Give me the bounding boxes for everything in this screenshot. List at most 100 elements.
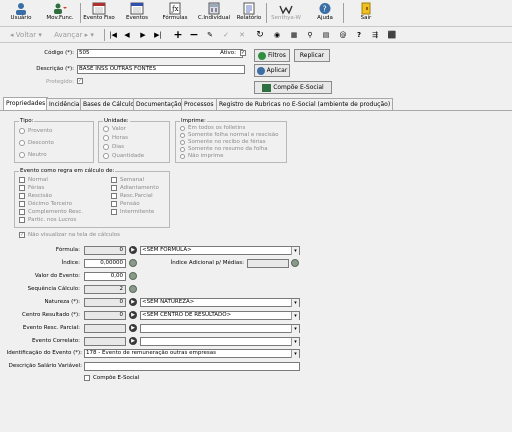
- valor-input[interactable]: 0,00: [84, 272, 126, 281]
- aplicar-button[interactable]: Aplicar: [254, 64, 290, 77]
- imprime-todos-radio[interactable]: [180, 126, 185, 131]
- filtros-button[interactable]: Filtros: [254, 49, 290, 62]
- ativo-checkbox[interactable]: ✓: [240, 50, 246, 56]
- toolbar-eventos-button[interactable]: Eventos: [123, 1, 151, 26]
- toolbar-relatorio-button[interactable]: Relatório: [235, 1, 263, 26]
- tab-bases-calculo[interactable]: Bases de Cálculo: [80, 98, 138, 110]
- tab-incidencia[interactable]: Incidência: [46, 98, 83, 110]
- identificacao-select[interactable]: 178 - Evento de remuneração outras empre…: [84, 349, 300, 358]
- email-icon[interactable]: @: [337, 29, 349, 41]
- indice-adicional-calc-icon[interactable]: [291, 259, 299, 267]
- toolbar-evento-fixo-button[interactable]: Evento Fixo: [83, 1, 115, 26]
- print-icon[interactable]: ▤: [320, 29, 332, 41]
- toolbar-ajuda-button[interactable]: ? Ajuda: [312, 1, 338, 26]
- natureza-select[interactable]: <SEM NATUREZA>: [140, 298, 300, 307]
- export-icon[interactable]: ⬛: [385, 29, 399, 41]
- regra-semanal-checkbox[interactable]: [111, 177, 117, 183]
- regra-lucros-checkbox[interactable]: [19, 217, 25, 223]
- last-record-icon[interactable]: ▶|: [152, 29, 164, 41]
- regra-adiantamento-checkbox[interactable]: [111, 185, 117, 191]
- unidade-dias-radio[interactable]: [103, 144, 109, 150]
- refresh-icon[interactable]: ↻: [254, 29, 266, 41]
- toolbar-movfunc-button[interactable]: Mov.Func.: [44, 1, 76, 26]
- tab-propriedades[interactable]: Propriedades: [3, 97, 49, 110]
- indice-calc-icon[interactable]: [129, 259, 137, 267]
- centro-lookup-icon[interactable]: ▶: [129, 311, 137, 319]
- natureza-code-input[interactable]: 0: [84, 298, 126, 307]
- valor-calc-icon[interactable]: [129, 272, 137, 280]
- search-icon[interactable]: ⚲: [304, 29, 316, 41]
- centro-dropdown-icon[interactable]: ▾: [291, 312, 299, 320]
- indice-input[interactable]: 0,00000: [84, 259, 126, 268]
- back-button[interactable]: ◂ Voltar ▾: [4, 29, 48, 41]
- imprime-resumo-radio[interactable]: [180, 147, 185, 152]
- compoe-esocial-button[interactable]: Compõe E-Social: [254, 81, 332, 94]
- natureza-lookup-icon[interactable]: ▶: [129, 298, 137, 306]
- toolbar-senthya-button[interactable]: Senthya-W: [270, 1, 302, 26]
- centro-select[interactable]: <SEM CENTRO DE RESULTADO>: [140, 311, 300, 320]
- nao-visualizar-checkbox[interactable]: ✓: [19, 232, 25, 238]
- formula-code-input[interactable]: 0: [84, 246, 126, 255]
- add-icon[interactable]: +: [172, 29, 184, 41]
- natureza-dropdown-icon[interactable]: ▾: [291, 299, 299, 307]
- toggle-icon[interactable]: ◉: [271, 29, 283, 41]
- toolbar-sair-button[interactable]: Sair: [354, 1, 378, 26]
- edit-icon[interactable]: ✎: [204, 29, 216, 41]
- help-question-icon[interactable]: ?: [353, 29, 365, 41]
- formula-lookup-icon[interactable]: ▶: [129, 246, 137, 254]
- resc-parcial-dropdown-icon[interactable]: ▾: [291, 325, 299, 333]
- formula-select[interactable]: <SEM FORMULA>: [140, 246, 300, 255]
- sequencia-input[interactable]: 2: [84, 285, 126, 294]
- regra-normal-checkbox[interactable]: [19, 177, 25, 183]
- confirm-icon[interactable]: ✓: [220, 29, 232, 41]
- compoe-esocial-checkbox[interactable]: [84, 375, 90, 381]
- correlato-dropdown-icon[interactable]: ▾: [291, 338, 299, 346]
- centro-code-input[interactable]: 0: [84, 311, 126, 320]
- regra-complemento-checkbox[interactable]: [19, 209, 25, 215]
- imprime-folha-rescisao-radio[interactable]: [180, 133, 185, 138]
- identificacao-dropdown-icon[interactable]: ▾: [291, 350, 299, 358]
- regra-decimo-checkbox[interactable]: [19, 201, 25, 207]
- tipo-provento-radio[interactable]: [19, 128, 25, 134]
- toolbar-usuario-button[interactable]: Usuário: [6, 1, 36, 26]
- imprime-nao-radio[interactable]: [180, 154, 185, 159]
- grid-icon[interactable]: ▦: [288, 29, 300, 41]
- correlato-lookup-icon[interactable]: ▶: [129, 337, 137, 345]
- remove-icon[interactable]: −: [188, 29, 200, 41]
- resc-parcial-lookup-icon[interactable]: ▶: [129, 324, 137, 332]
- regra-intermitente-checkbox[interactable]: [111, 209, 117, 215]
- regra-pensao-checkbox[interactable]: [111, 201, 117, 207]
- resc-parcial-code-input[interactable]: [84, 324, 126, 333]
- indice-adicional-input[interactable]: [247, 259, 289, 268]
- imprime-ferias-radio[interactable]: [180, 140, 185, 145]
- tipo-neutro-radio[interactable]: [19, 152, 25, 158]
- protegido-checkbox[interactable]: ✓: [77, 78, 83, 84]
- tipo-desconto-radio[interactable]: [19, 140, 25, 146]
- resc-parcial-select[interactable]: [140, 324, 300, 333]
- tab-documentacao[interactable]: Documentação: [133, 98, 185, 110]
- next-record-icon[interactable]: ▶: [138, 29, 148, 41]
- desc-salario-input[interactable]: [84, 362, 300, 371]
- sequencia-calc-icon[interactable]: [129, 285, 137, 293]
- regra-resc-parcial-checkbox[interactable]: [111, 193, 117, 199]
- unidade-quantidade-radio[interactable]: [103, 153, 109, 159]
- correlato-code-input[interactable]: [84, 337, 126, 346]
- regra-ferias-checkbox[interactable]: [19, 185, 25, 191]
- correlato-select[interactable]: [140, 337, 300, 346]
- descricao-input[interactable]: BASE INSS OUTRAS FONTES: [77, 65, 245, 74]
- regra-rescisao-checkbox[interactable]: [19, 193, 25, 199]
- tab-processos[interactable]: Processos: [181, 98, 217, 110]
- filter-icon[interactable]: ⇶: [369, 29, 381, 41]
- forward-button[interactable]: Avançar ▸ ▾: [50, 29, 98, 41]
- formula-dropdown-icon[interactable]: ▾: [291, 247, 299, 255]
- imprime-todos-label: Em todos os folletins: [188, 125, 246, 131]
- tab-registro-rubricas[interactable]: Registro de Rubricas no E-Social (ambien…: [216, 98, 394, 110]
- unidade-valor-radio[interactable]: [103, 126, 109, 132]
- unidade-horas-radio[interactable]: [103, 135, 109, 141]
- cancel-icon[interactable]: ✕: [236, 29, 248, 41]
- toolbar-formulas-button[interactable]: ƒx Fórmulas: [160, 1, 190, 26]
- replicar-button[interactable]: Replicar: [294, 49, 330, 62]
- previous-record-icon[interactable]: ◀: [122, 29, 132, 41]
- first-record-icon[interactable]: |◀: [108, 29, 118, 41]
- toolbar-cindividual-button[interactable]: C.Individual: [197, 1, 231, 26]
